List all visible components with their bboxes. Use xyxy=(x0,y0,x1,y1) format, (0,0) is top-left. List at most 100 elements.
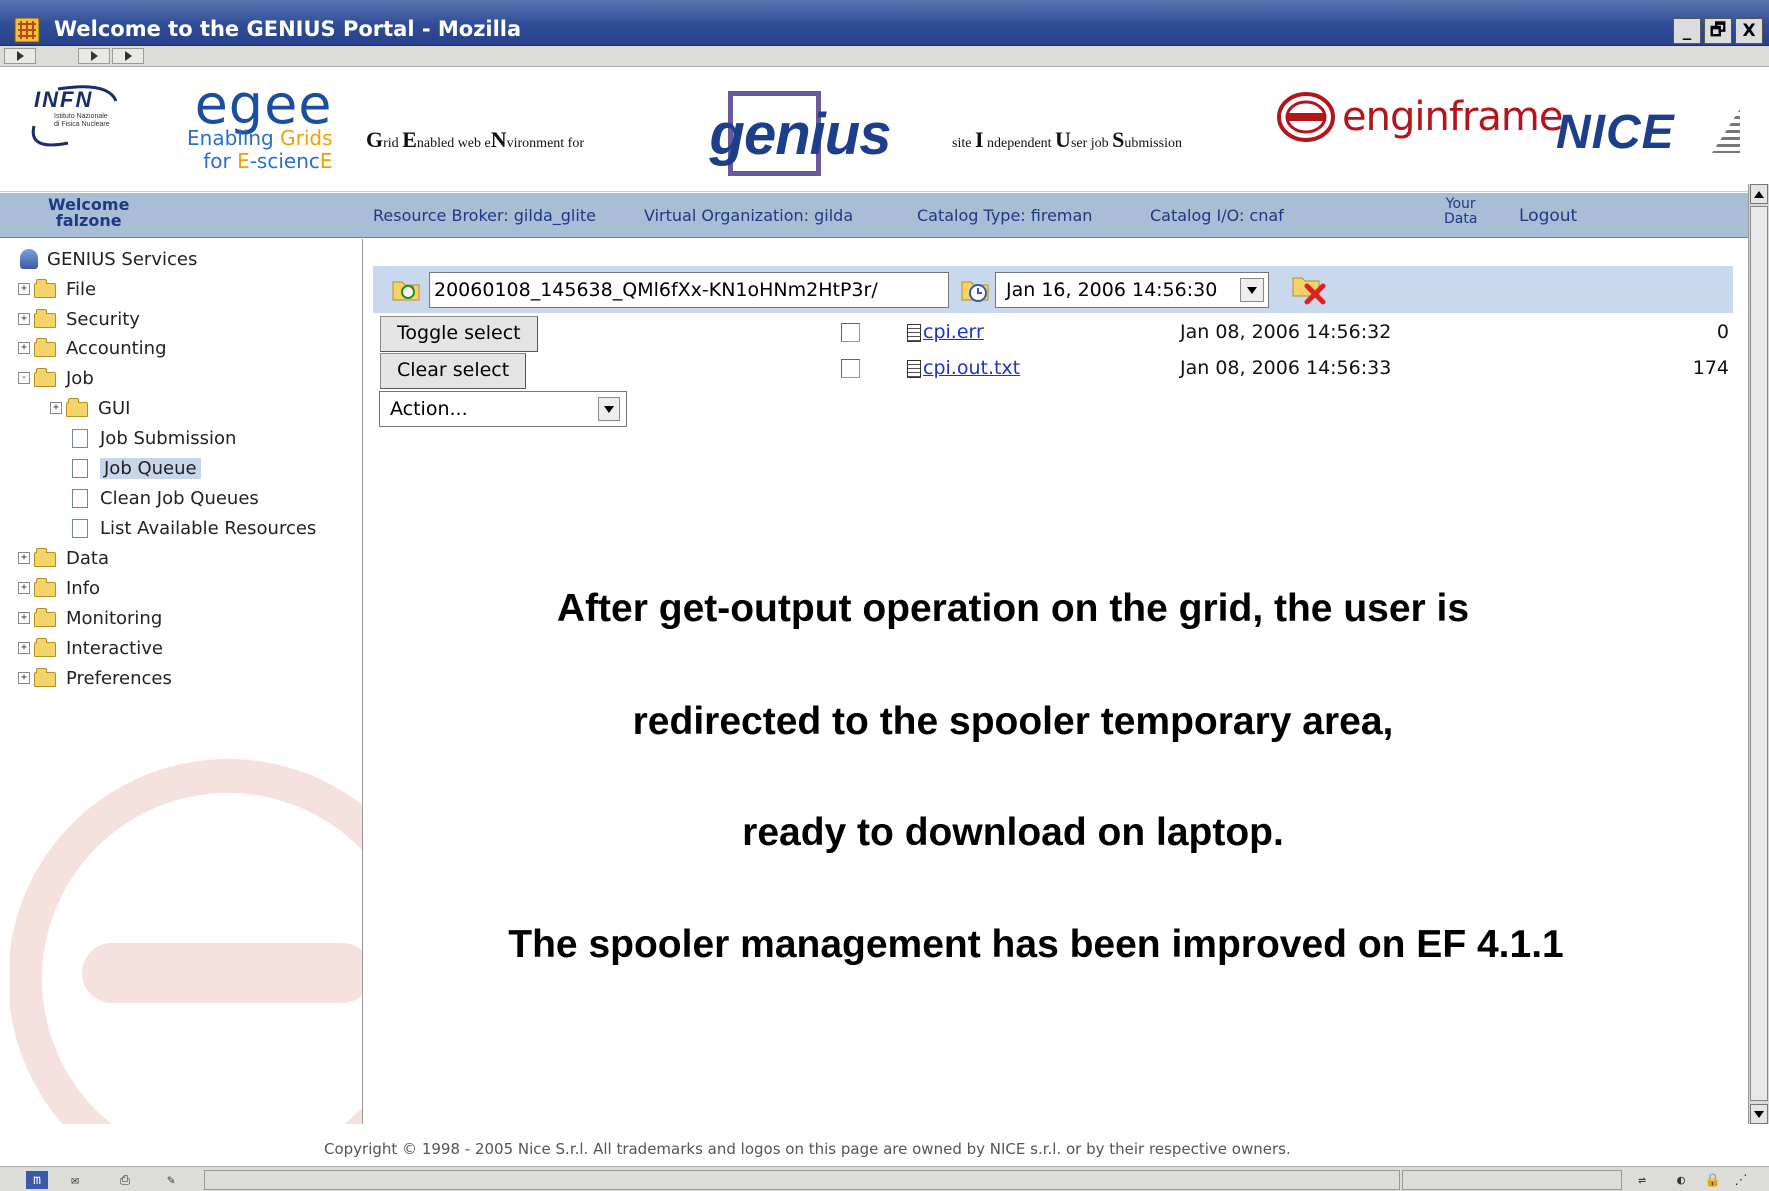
watermark-logo xyxy=(10,759,362,1124)
window-titlebar: Welcome to the GENIUS Portal - Mozilla _… xyxy=(0,0,1769,46)
tree-item-monitoring[interactable]: + Monitoring xyxy=(18,603,162,633)
annotation-line-2: redirected to the spooler temporary area… xyxy=(632,700,1394,743)
dropdown-arrow-icon[interactable] xyxy=(1240,278,1264,302)
page-icon xyxy=(72,518,88,538)
expand-icon[interactable]: + xyxy=(18,552,30,564)
file-link[interactable]: cpi.err xyxy=(923,321,984,343)
folder-icon xyxy=(34,577,56,597)
genius-logo: genius xyxy=(697,91,903,177)
tree-item-gui[interactable]: + GUI xyxy=(50,393,130,423)
resource-broker-link[interactable]: Resource Broker: gilda_glite xyxy=(373,193,596,238)
minimize-button[interactable]: _ xyxy=(1673,18,1701,44)
text-file-icon xyxy=(907,324,921,342)
folder-icon xyxy=(34,607,56,627)
tree-item-clean-job-queues[interactable]: Clean Job Queues xyxy=(72,483,259,513)
tree-item-interactive[interactable]: + Interactive xyxy=(18,633,163,663)
copyright-text: Copyright © 1998 - 2005 Nice S.r.l. All … xyxy=(324,1140,1291,1158)
scroll-down-icon[interactable] xyxy=(1750,1104,1768,1124)
site-independent-text: site I ndependent User job Submission xyxy=(952,127,1182,152)
folder-icon xyxy=(34,637,56,657)
navigator-icon[interactable]: m xyxy=(26,1171,48,1189)
cookie-icon[interactable]: ◐ xyxy=(1666,1171,1696,1189)
file-date: Jan 08, 2006 14:56:33 xyxy=(1180,357,1392,379)
mozilla-app-icon xyxy=(14,17,40,43)
spooler-panel: 20060108_145638_QMl6fXx-KN1oHNm2HtP3r/ J… xyxy=(362,239,1748,1124)
folder-icon xyxy=(34,337,56,357)
file-link[interactable]: cpi.out.txt xyxy=(923,357,1020,379)
toolbar-toggle-icon[interactable] xyxy=(112,48,144,64)
tree-item-file[interactable]: + File xyxy=(18,274,96,304)
toolbar-toggle-icon[interactable] xyxy=(4,48,36,64)
catalog-type-link[interactable]: Catalog Type: fireman xyxy=(917,193,1092,238)
user-info-bar: Welcome falzone Resource Broker: gilda_g… xyxy=(0,193,1748,238)
expand-icon[interactable]: + xyxy=(18,612,30,624)
scrollbar-thumb[interactable] xyxy=(1750,206,1768,1101)
expand-icon[interactable]: + xyxy=(18,672,30,684)
tree-item-security[interactable]: + Security xyxy=(18,304,140,334)
scroll-up-icon[interactable] xyxy=(1750,184,1768,204)
tree-item-job-submission[interactable]: Job Submission xyxy=(72,423,236,453)
folder-icon xyxy=(34,547,56,567)
tree-item-data[interactable]: + Data xyxy=(18,543,109,573)
collapse-icon[interactable]: - xyxy=(18,372,30,384)
toolbar-strip xyxy=(0,46,1769,67)
dropdown-arrow-icon[interactable] xyxy=(598,397,620,421)
action-select[interactable]: Action... xyxy=(379,391,627,427)
progress-area xyxy=(1402,1170,1622,1190)
tree-item-info[interactable]: + Info xyxy=(18,573,100,603)
nice-stripes-icon xyxy=(1712,109,1740,153)
file-row: cpi.err Jan 08, 2006 14:56:32 0 xyxy=(363,316,1749,350)
expand-icon[interactable]: + xyxy=(18,342,30,354)
maximize-button[interactable]: 🗗 xyxy=(1704,18,1732,44)
lock-icon[interactable]: 🔒 xyxy=(1702,1171,1724,1189)
catalog-io-link[interactable]: Catalog I/O: cnaf xyxy=(1150,193,1284,238)
expand-icon[interactable]: + xyxy=(50,402,62,414)
expand-icon[interactable]: + xyxy=(18,582,30,594)
grid-enabled-text: Grid Enabled web eNvironment for xyxy=(366,127,584,152)
folder-icon xyxy=(66,397,88,417)
browser-status-bar: m ✉ ⎙ ✎ ⇌ ◐ 🔒 ⋰ xyxy=(0,1166,1769,1191)
tree-item-accounting[interactable]: + Accounting xyxy=(18,333,167,363)
window-title: Welcome to the GENIUS Portal - Mozilla xyxy=(54,17,522,41)
spooler-path-field[interactable]: 20060108_145638_QMl6fXx-KN1oHNm2HtP3r/ xyxy=(429,272,949,308)
services-tree: GENIUS Services + File + Security + Acco… xyxy=(10,239,362,1124)
annotation-line-3: ready to download on laptop. xyxy=(742,811,1284,854)
file-checkbox[interactable] xyxy=(841,359,860,378)
page-footer: Copyright © 1998 - 2005 Nice S.r.l. All … xyxy=(0,1124,1748,1166)
folder-icon xyxy=(34,667,56,687)
text-file-icon xyxy=(907,360,921,378)
file-size: 174 xyxy=(1692,357,1729,379)
close-button[interactable]: X xyxy=(1735,18,1763,44)
tree-item-preferences[interactable]: + Preferences xyxy=(18,663,172,693)
online-status-icon[interactable]: ⇌ xyxy=(1624,1171,1660,1189)
tree-item-job-queue[interactable]: Job Queue xyxy=(72,453,201,483)
your-data-link[interactable]: Your Data xyxy=(1444,197,1477,227)
expand-icon[interactable]: + xyxy=(18,642,30,654)
spooler-date-select[interactable]: Jan 16, 2006 14:56:30 xyxy=(995,272,1269,308)
refresh-folder-icon[interactable] xyxy=(391,276,421,302)
mail-icon[interactable]: ✉ xyxy=(62,1171,88,1189)
toolbar-toggle-icon[interactable] xyxy=(78,48,110,64)
services-icon xyxy=(20,249,38,269)
vertical-scrollbar[interactable] xyxy=(1748,184,1769,1124)
page-icon xyxy=(72,428,88,448)
tree-item-job[interactable]: - Job xyxy=(18,363,94,393)
delete-folder-icon[interactable] xyxy=(1291,274,1329,306)
addressbook-icon[interactable]: ✎ xyxy=(158,1171,184,1189)
virtual-organization-link[interactable]: Virtual Organization: gilda xyxy=(644,193,853,238)
egee-logo: egee Enabling Grids for E-sciencE xyxy=(187,73,333,173)
logo-banner: INFN Istituto Nazionale di Fisica Nuclea… xyxy=(0,67,1769,192)
expand-icon[interactable]: + xyxy=(18,313,30,325)
composer-icon[interactable]: ⎙ xyxy=(112,1171,138,1189)
logout-link[interactable]: Logout xyxy=(1519,193,1577,238)
resize-grip-icon[interactable]: ⋰ xyxy=(1730,1171,1752,1189)
enginframe-emblem-icon xyxy=(1277,92,1335,142)
file-checkbox[interactable] xyxy=(841,323,860,342)
page-icon xyxy=(72,488,88,508)
expand-icon[interactable]: + xyxy=(18,283,30,295)
tree-root[interactable]: GENIUS Services xyxy=(20,244,197,274)
tree-item-list-resources[interactable]: List Available Resources xyxy=(72,513,316,543)
nice-logo: NICE xyxy=(1556,106,1675,159)
clock-folder-icon[interactable] xyxy=(960,276,990,304)
annotation-line-4: The spooler management has been improved… xyxy=(508,923,1564,966)
